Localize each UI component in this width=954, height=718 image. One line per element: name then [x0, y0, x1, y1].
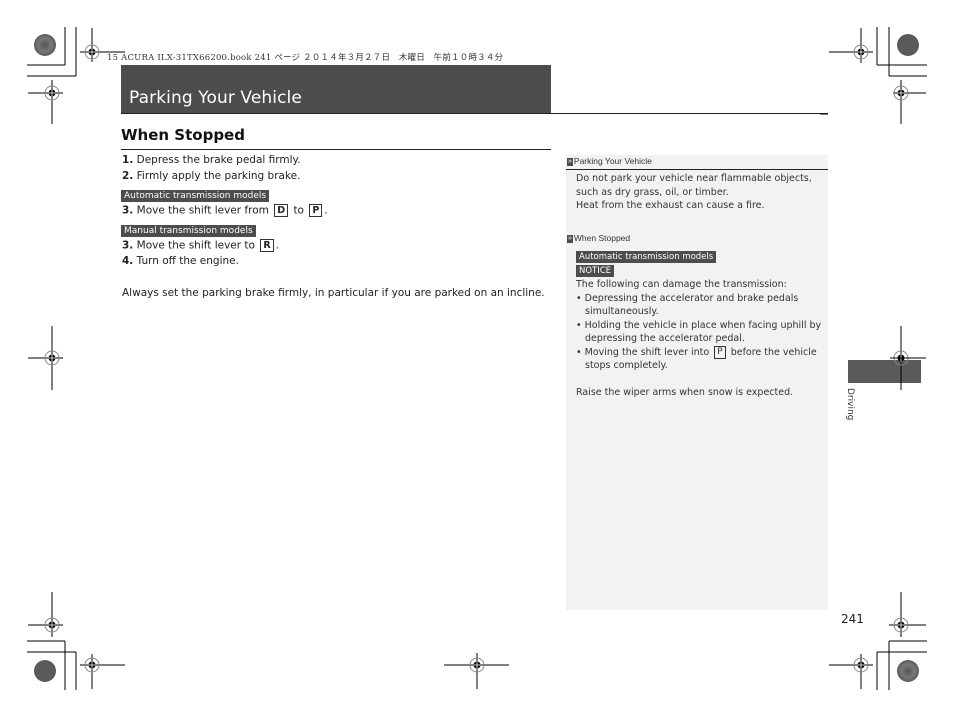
- crop-mark-top-left: [27, 27, 125, 124]
- crop-mark-middle-left: [28, 326, 63, 390]
- crop-mark-bottom-right: [829, 592, 927, 690]
- crop-mark-bottom-left: [27, 592, 125, 690]
- crop-mark-top-right: [820, 27, 927, 124]
- crop-mark-bottom-center: [444, 653, 509, 689]
- registration-marks: [27, 27, 927, 690]
